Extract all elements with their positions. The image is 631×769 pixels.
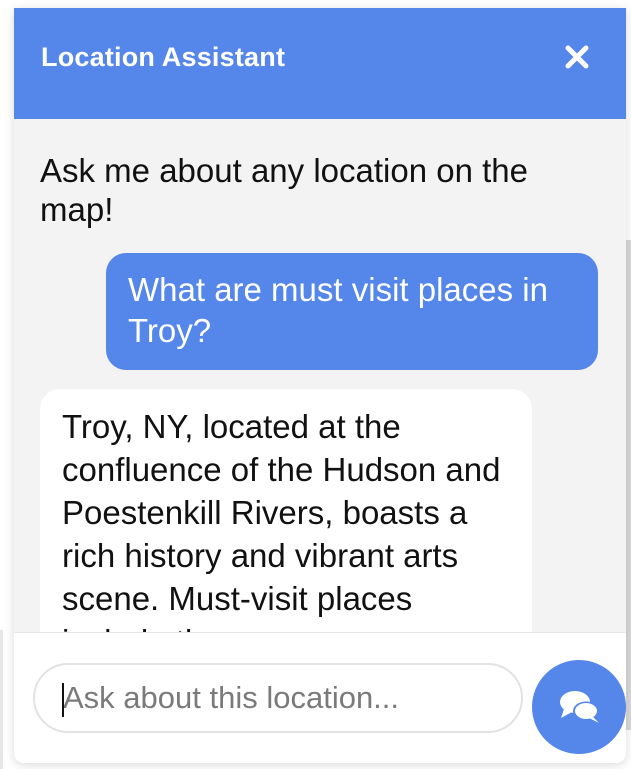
background-map-edge <box>0 630 3 769</box>
chat-title: Location Assistant <box>41 42 286 72</box>
send-button[interactable] <box>532 660 626 754</box>
assistant-message-bubble: Troy, NY, located at the confluence of t… <box>40 389 532 632</box>
chat-input-bar <box>14 632 626 763</box>
close-button[interactable] <box>560 40 594 74</box>
chat-messages[interactable]: Ask me about any location on the map! Wh… <box>14 119 626 632</box>
text-cursor <box>62 683 64 717</box>
chat-bubbles-icon <box>560 691 599 723</box>
message-input[interactable] <box>33 663 523 733</box>
intro-message: Ask me about any location on the map! <box>40 152 528 228</box>
page: Location Assistant Ask me about any loca… <box>0 0 631 769</box>
chat-window: Location Assistant Ask me about any loca… <box>14 8 626 763</box>
chat-header: Location Assistant <box>14 8 626 119</box>
close-icon <box>565 45 589 69</box>
user-message-bubble: What are must visit places in Troy? <box>106 253 598 370</box>
